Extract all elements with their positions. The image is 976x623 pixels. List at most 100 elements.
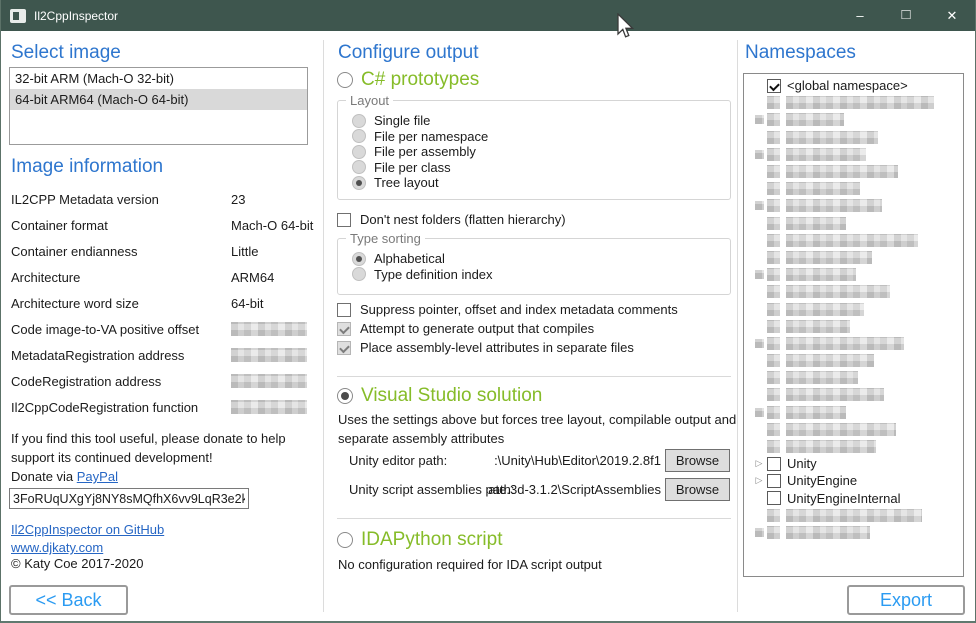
namespace-tree-row[interactable] — [744, 386, 963, 403]
namespace-tree-row[interactable] — [744, 163, 963, 180]
layout-option-radio[interactable] — [352, 114, 366, 128]
namespace-checkbox[interactable] — [767, 491, 781, 505]
namespace-tree-row[interactable] — [744, 111, 963, 128]
bitcoin-address-input[interactable] — [9, 488, 249, 509]
csharp-prototypes-option[interactable]: C# prototypes — [337, 69, 479, 91]
info-label: Code image-to-VA positive offset — [11, 322, 231, 337]
close-button[interactable]: ✕ — [929, 0, 975, 31]
type-sorting-option-row[interactable]: Alphabetical — [352, 251, 722, 267]
namespace-tree-row[interactable] — [744, 507, 963, 524]
website-link[interactable]: www.djkaty.com — [11, 540, 103, 555]
namespace-tree-row[interactable] — [744, 232, 963, 249]
info-row: Container formatMach-O 64-bit — [11, 212, 307, 238]
layout-option-row[interactable]: File per class — [352, 160, 722, 176]
image-list-item[interactable]: 64-bit ARM64 (Mach-O 64-bit) — [10, 89, 307, 110]
export-button[interactable]: Export — [847, 585, 965, 615]
visual-studio-radio[interactable] — [337, 388, 353, 404]
layout-option-radio[interactable] — [352, 160, 366, 174]
namespace-tree-row[interactable] — [744, 404, 963, 421]
layout-option-radio[interactable] — [352, 145, 366, 159]
type-sorting-option-radio[interactable] — [352, 252, 366, 266]
namespaces-tree[interactable]: <global namespace> ▷Unity▷UnityEngineUnit… — [743, 73, 964, 577]
layout-option-row[interactable]: File per assembly — [352, 144, 722, 160]
namespace-tree-row[interactable] — [744, 352, 963, 369]
expander-redacted-block — [755, 201, 764, 210]
namespace-label-redacted — [786, 285, 890, 298]
namespace-checkbox-redacted — [767, 303, 780, 316]
output-option-checkbox[interactable] — [337, 322, 351, 336]
namespace-tree-row[interactable]: <global namespace> — [744, 77, 963, 94]
copyright-text: © Katy Coe 2017-2020 — [11, 556, 143, 571]
info-row: Code image-to-VA positive offset — [11, 316, 307, 342]
window-title: Il2CppInspector — [34, 9, 118, 23]
csharp-prototypes-radio[interactable] — [337, 72, 353, 88]
select-image-header: Select image — [11, 42, 121, 64]
namespace-tree-row[interactable]: ▷Unity — [744, 455, 963, 472]
expander-icon[interactable]: ▷ — [751, 475, 767, 486]
namespace-tree-row[interactable] — [744, 318, 963, 335]
namespace-tree-row[interactable] — [744, 369, 963, 386]
namespace-tree-row[interactable]: UnityEngineInternal — [744, 490, 963, 507]
donate-line-2: support its continued development! — [11, 448, 323, 467]
expander-icon[interactable]: ▷ — [751, 458, 767, 469]
layout-option-row[interactable]: Single file — [352, 113, 722, 129]
namespace-tree-row[interactable] — [744, 438, 963, 455]
idapython-radio[interactable] — [337, 532, 353, 548]
output-option-checkbox[interactable] — [337, 341, 351, 355]
namespace-checkbox-redacted — [767, 388, 780, 401]
section-divider — [337, 376, 731, 377]
csharp-prototypes-label: C# prototypes — [361, 69, 479, 91]
namespace-checkbox-redacted — [767, 354, 780, 367]
paypal-link[interactable]: PayPal — [77, 469, 118, 484]
namespace-checkbox[interactable] — [767, 474, 781, 488]
namespace-tree-row[interactable] — [744, 300, 963, 317]
namespace-tree-row[interactable] — [744, 283, 963, 300]
layout-option-radio[interactable] — [352, 176, 366, 190]
namespace-tree-row[interactable] — [744, 146, 963, 163]
github-link[interactable]: Il2CppInspector on GitHub — [11, 522, 164, 537]
output-option-row[interactable]: Suppress pointer, offset and index metad… — [337, 300, 678, 319]
namespace-checkbox[interactable] — [767, 79, 781, 93]
info-label: MetadataRegistration address — [11, 348, 231, 363]
namespace-checkbox-redacted — [767, 251, 780, 264]
minimize-button[interactable]: – — [837, 0, 883, 31]
expander-redacted-block — [755, 408, 764, 417]
layout-option-row[interactable]: File per namespace — [352, 129, 722, 145]
namespace-tree-row[interactable] — [744, 197, 963, 214]
type-sorting-option-label: Alphabetical — [374, 251, 445, 266]
layout-option-label: File per class — [374, 160, 451, 175]
namespace-tree-row[interactable] — [744, 180, 963, 197]
type-sorting-option-radio[interactable] — [352, 267, 366, 281]
namespace-tree-row[interactable]: ▷UnityEngine — [744, 472, 963, 489]
type-sorting-option-row[interactable]: Type definition index — [352, 267, 722, 283]
namespace-checkbox[interactable] — [767, 457, 781, 471]
namespaces-header: Namespaces — [745, 42, 856, 64]
visual-studio-option[interactable]: Visual Studio solution — [337, 385, 542, 407]
browse-script-button[interactable]: Browse — [665, 478, 730, 501]
layout-option-row[interactable]: Tree layout — [352, 175, 722, 191]
namespace-tree-row[interactable] — [744, 335, 963, 352]
browse-editor-button[interactable]: Browse — [665, 449, 730, 472]
namespace-tree-row[interactable] — [744, 249, 963, 266]
namespace-tree-row[interactable] — [744, 215, 963, 232]
flatten-checkbox-row[interactable]: Don't nest folders (flatten hierarchy) — [337, 212, 566, 227]
namespace-tree-row[interactable] — [744, 524, 963, 541]
maximize-button[interactable]: □ — [883, 0, 929, 31]
titlebar[interactable]: Il2CppInspector – □ ✕ — [1, 0, 975, 31]
namespace-tree-row[interactable] — [744, 266, 963, 283]
namespace-checkbox-redacted — [767, 148, 780, 161]
layout-option-radio[interactable] — [352, 129, 366, 143]
output-option-checkbox[interactable] — [337, 303, 351, 317]
image-list-item[interactable]: 32-bit ARM (Mach-O 32-bit) — [10, 68, 307, 89]
info-value: Little — [231, 244, 258, 259]
image-listbox[interactable]: 32-bit ARM (Mach-O 32-bit)64-bit ARM64 (… — [9, 67, 308, 145]
idapython-option[interactable]: IDAPython script — [337, 529, 503, 551]
namespace-tree-row[interactable] — [744, 421, 963, 438]
output-option-row[interactable]: Place assembly-level attributes in separ… — [337, 338, 678, 357]
back-button[interactable]: << Back — [9, 585, 128, 615]
namespace-tree-row[interactable] — [744, 129, 963, 146]
info-label: Architecture — [11, 270, 231, 285]
namespace-tree-row[interactable] — [744, 94, 963, 111]
flatten-checkbox[interactable] — [337, 213, 351, 227]
output-option-row[interactable]: Attempt to generate output that compiles — [337, 319, 678, 338]
